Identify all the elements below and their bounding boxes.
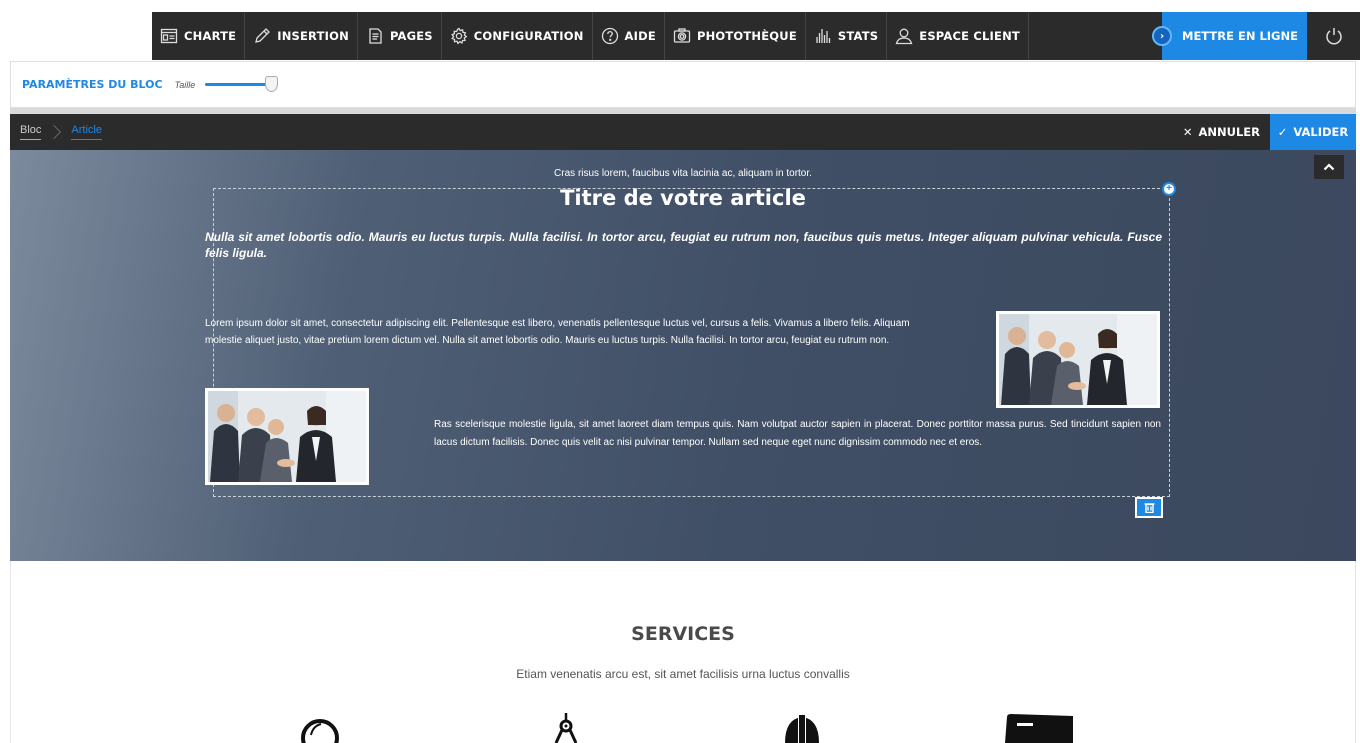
toolbar-charte[interactable]: CHARTE xyxy=(152,12,246,60)
close-icon: ✕ xyxy=(1182,125,1193,139)
compass-icon xyxy=(554,713,578,743)
size-slider-thumb[interactable] xyxy=(265,75,279,92)
toolbar-aide-label: AIDE xyxy=(624,29,656,43)
check-icon: ✓ xyxy=(1277,125,1288,139)
breadcrumb: Bloc Article ✕ ANNULER ✓ VALIDER xyxy=(10,114,1356,150)
business-people-photo[interactable] xyxy=(205,388,369,485)
params-title: PARAMÈTRES DU BLOC xyxy=(22,78,163,91)
services-subtitle: Etiam venenatis arcu est, sit amet facil… xyxy=(516,667,850,681)
toolbar-configuration-label: CONFIGURATION xyxy=(473,29,584,43)
toolbar-insertion-label: INSERTION xyxy=(277,29,349,43)
breadcrumb-article[interactable]: Article xyxy=(71,124,102,140)
size-slider-track xyxy=(205,82,272,86)
power-icon xyxy=(1325,28,1342,45)
toolbar-phototheque[interactable]: PHOTOTHÈQUE xyxy=(665,12,806,60)
breadcrumb-bloc[interactable]: Bloc xyxy=(20,124,42,140)
article-block: Cras risus lorem, faucibus vita lacinia … xyxy=(10,150,1356,561)
layout-icon xyxy=(160,28,178,44)
pages-icon xyxy=(369,28,382,44)
validate-button[interactable]: ✓ VALIDER xyxy=(1270,114,1356,150)
publish-label: METTRE EN LIGNE xyxy=(1182,29,1298,43)
logout-button[interactable] xyxy=(1307,12,1360,60)
chevron-right-icon xyxy=(47,124,62,140)
arrow-right-icon: › xyxy=(1152,26,1172,46)
toolbar-aide[interactable]: AIDE xyxy=(593,12,665,60)
size-slider[interactable] xyxy=(205,75,285,92)
size-label: Taille xyxy=(174,79,196,90)
user-icon xyxy=(895,28,913,45)
toolbar-pages-label: PAGES xyxy=(389,29,433,43)
camera-icon xyxy=(673,28,691,43)
block-params-bar: PARAMÈTRES DU BLOC Taille xyxy=(10,61,1356,108)
validate-label: VALIDER xyxy=(1293,125,1349,139)
article-lead[interactable]: Nulla sit amet lobortis odio. Mauris eu … xyxy=(205,229,1162,261)
services-title: SERVICES xyxy=(631,623,735,645)
server-icon xyxy=(1005,714,1073,743)
cancel-button[interactable]: ✕ ANNULER xyxy=(1173,114,1270,150)
main-toolbar: CHARTE INSERTION PAGES CONFIGURATION AID… xyxy=(152,12,1360,60)
article-kicker: Cras risus lorem, faucibus vita lacinia … xyxy=(554,168,812,179)
toolbar-phototheque-label: PHOTOTHÈQUE xyxy=(696,29,797,43)
stats-icon xyxy=(816,29,831,43)
trash-icon xyxy=(1144,503,1154,513)
toolbar-stats[interactable]: STATS xyxy=(806,12,888,60)
toolbar-pages[interactable]: PAGES xyxy=(358,12,442,60)
toolbar-espace-client-label: ESPACE CLIENT xyxy=(919,29,1020,43)
toolbar-configuration[interactable]: CONFIGURATION xyxy=(442,12,593,60)
help-icon xyxy=(601,27,618,45)
delete-block-button[interactable] xyxy=(1135,497,1163,518)
toolbar-charte-label: CHARTE xyxy=(184,29,237,43)
magnifier-icon xyxy=(301,719,339,743)
article-title[interactable]: Titre de votre article xyxy=(10,186,1356,210)
pencil-icon xyxy=(255,28,271,43)
publish-button[interactable]: › METTRE EN LIGNE xyxy=(1152,12,1307,60)
business-people-photo[interactable] xyxy=(996,311,1160,408)
article-paragraph-2[interactable]: Ras scelerisque molestie ligula, sit ame… xyxy=(434,416,1161,452)
toolbar-stats-label: STATS xyxy=(837,29,879,43)
toolbar-espace-client[interactable]: ESPACE CLIENT xyxy=(887,12,1029,60)
article-paragraph-1[interactable]: Lorem ipsum dolor sit amet, consectetur … xyxy=(205,315,935,349)
helmet-icon xyxy=(785,715,819,743)
services-section: SERVICES Etiam venenatis arcu est, sit a… xyxy=(10,561,1356,743)
toolbar-insertion[interactable]: INSERTION xyxy=(245,12,358,60)
cancel-label: ANNULER xyxy=(1198,125,1260,139)
gear-icon xyxy=(450,27,468,45)
